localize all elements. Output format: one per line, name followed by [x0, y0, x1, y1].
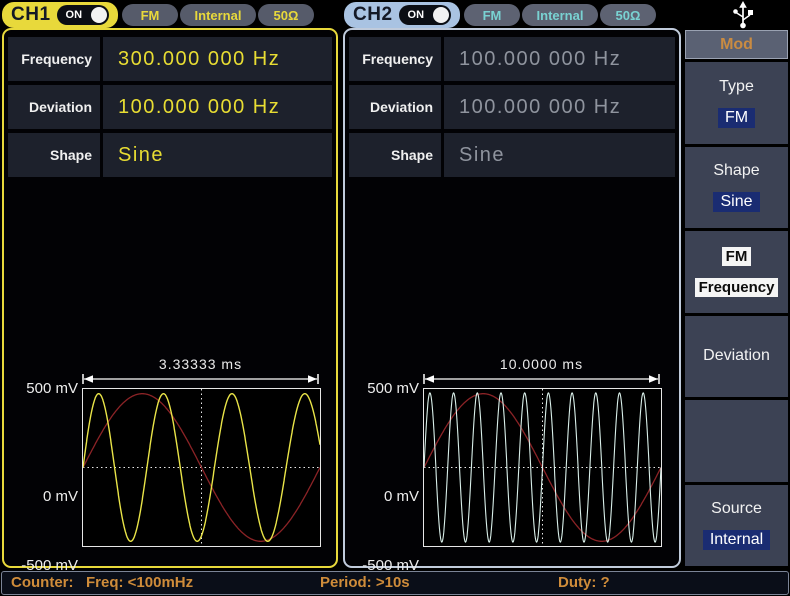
ch1-source-badge[interactable]: Internal — [180, 4, 256, 26]
ch1-frequency-label: Frequency — [8, 37, 100, 81]
fm-frequency-selected: Frequency — [695, 278, 779, 297]
ch1-shape-label: Shape — [8, 133, 100, 177]
ch2-power-toggle[interactable]: ON — [399, 5, 451, 25]
ch2-time-span-label: 10.0000 ms — [423, 356, 660, 372]
ch1-modulation-badge[interactable]: FM — [122, 4, 178, 26]
softkey-blank[interactable] — [685, 400, 788, 482]
ch2-power-state: ON — [408, 9, 433, 21]
ch2-tab-label: CH2 — [344, 4, 399, 26]
ch1-power-toggle[interactable]: ON — [57, 5, 109, 25]
ch2-frequency-value[interactable]: 100.000 000 Hz — [444, 37, 675, 81]
ch1-power-state: ON — [66, 9, 91, 21]
source-label: Source — [711, 500, 762, 518]
ch1-impedance-label: 50Ω — [274, 8, 299, 23]
ch2-deviation-row: Deviation 100.000 000 Hz — [349, 85, 675, 129]
source-value: Internal — [703, 530, 770, 550]
ch2-deviation-value[interactable]: 100.000 000 Hz — [444, 85, 675, 129]
ch2-source-badge[interactable]: Internal — [522, 4, 598, 26]
generator-screen: CH1 ON FM Internal 50Ω CH2 ON FM Interna… — [0, 0, 790, 596]
ch2-waveform-plot — [423, 388, 662, 547]
ch1-span-arrow — [82, 373, 319, 385]
ch2-toggle-knob — [433, 7, 449, 23]
ch1-source-label: Internal — [195, 8, 242, 23]
ch2-parameter-rows: Frequency 100.000 000 Hz Deviation 100.0… — [349, 37, 675, 177]
ch1-impedance-badge[interactable]: 50Ω — [258, 4, 314, 26]
ch1-tab-label: CH1 — [2, 4, 57, 26]
ch1-deviation-row: Deviation 100.000 000 Hz — [8, 85, 332, 129]
softkey-fm-frequency[interactable]: FM Frequency — [685, 231, 788, 313]
ch1-frequency-value[interactable]: 300.000 000 Hz — [103, 37, 332, 81]
shape-value: Sine — [713, 192, 759, 212]
type-value: FM — [718, 108, 755, 128]
ch1-ytick-top: 500 mV — [6, 380, 78, 397]
deviation-label: Deviation — [703, 347, 770, 365]
ch1-toggle-knob — [91, 7, 107, 23]
counter-frequency: Freq: <100mHz — [86, 574, 193, 591]
ch1-shape-row: Shape Sine — [8, 133, 332, 177]
ch2-impedance-badge[interactable]: 50Ω — [600, 4, 656, 26]
ch1-parameter-rows: Frequency 300.000 000 Hz Deviation 100.0… — [8, 37, 332, 177]
fm-group-label: FM — [722, 247, 752, 266]
ch2-tab[interactable]: CH2 ON — [344, 2, 460, 28]
counter-label: Counter: — [11, 574, 74, 591]
ch2-frequency-row: Frequency 100.000 000 Hz — [349, 37, 675, 81]
ch1-frequency-row: Frequency 300.000 000 Hz — [8, 37, 332, 81]
ch2-modulation-badge[interactable]: FM — [464, 4, 520, 26]
ch1-time-span-label: 3.33333 ms — [82, 356, 319, 372]
counter-statusbar: Counter: Freq: <100mHz Period: >10s Duty… — [1, 571, 789, 595]
ch2-frequency-label: Frequency — [349, 37, 441, 81]
ch2-panel: Frequency 100.000 000 Hz Deviation 100.0… — [343, 28, 681, 568]
ch1-waveform-plot — [82, 388, 321, 547]
softkey-deviation[interactable]: Deviation — [685, 316, 788, 398]
ch2-modulation-label: FM — [483, 8, 502, 23]
menu-title: Mod — [685, 30, 788, 59]
counter-period: Period: >10s — [320, 574, 410, 591]
softkey-shape[interactable]: Shape Sine — [685, 147, 788, 229]
ch2-source-label: Internal — [537, 8, 584, 23]
ch2-shape-label: Shape — [349, 133, 441, 177]
ch1-panel: Frequency 300.000 000 Hz Deviation 100.0… — [2, 28, 338, 568]
ch1-modulator-wave — [83, 394, 320, 542]
usb-icon — [731, 1, 755, 29]
type-label: Type — [719, 78, 754, 96]
softkey-type[interactable]: Type FM — [685, 62, 788, 144]
ch1-deviation-label: Deviation — [8, 85, 100, 129]
softkey-menu: Mod Type FM Shape Sine FM Frequency Devi… — [685, 30, 788, 566]
ch2-ytick-top: 500 mV — [347, 380, 419, 397]
ch2-impedance-label: 50Ω — [616, 8, 641, 23]
ch1-ytick-mid: 0 mV — [6, 488, 78, 505]
ch2-shape-row: Shape Sine — [349, 133, 675, 177]
counter-duty: Duty: ? — [558, 574, 610, 591]
ch2-deviation-label: Deviation — [349, 85, 441, 129]
ch2-span-arrow — [423, 373, 660, 385]
softkey-source[interactable]: Source Internal — [685, 485, 788, 567]
ch1-tab[interactable]: CH1 ON — [2, 2, 118, 28]
shape-label: Shape — [713, 162, 759, 180]
ch2-shape-value[interactable]: Sine — [444, 133, 675, 177]
ch1-deviation-value[interactable]: 100.000 000 Hz — [103, 85, 332, 129]
ch1-modulation-label: FM — [141, 8, 160, 23]
ch2-ytick-mid: 0 mV — [347, 488, 419, 505]
ch1-shape-value[interactable]: Sine — [103, 133, 332, 177]
